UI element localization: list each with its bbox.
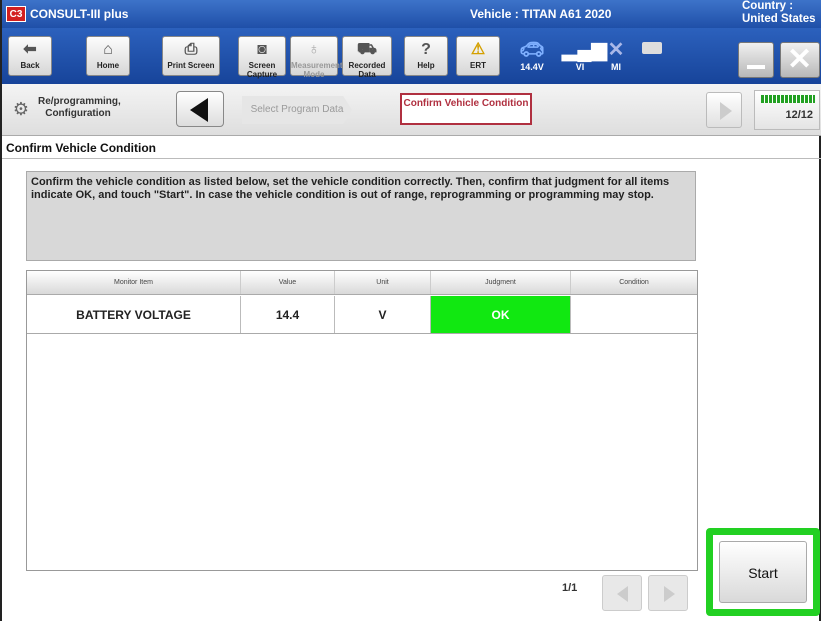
home-icon: ⌂: [103, 41, 113, 58]
toolbar: ⬅ Back ⌂ Home ⎙ Print Screen ◙ Screen Ca…: [2, 28, 821, 84]
page-prev-button[interactable]: [602, 575, 642, 611]
cell-monitor-item: BATTERY VOLTAGE: [27, 296, 241, 333]
battery-status: 🚗︎ 14.4V: [514, 38, 550, 72]
table-header: Monitor Item Value Unit Judgment Conditi…: [27, 271, 697, 295]
section-label: Re/programming, Configuration: [38, 96, 121, 119]
help-label: Help: [417, 61, 435, 70]
back-arrow-icon: ⬅: [23, 41, 37, 58]
start-button[interactable]: Start: [719, 541, 807, 603]
print-screen-label: Print Screen: [167, 61, 215, 70]
step-select-program-data: Select Program Data: [242, 96, 352, 124]
help-button[interactable]: ? Help: [404, 36, 448, 76]
header-unit: Unit: [335, 271, 431, 294]
minimize-button[interactable]: [738, 42, 774, 78]
cell-value: 14.4: [241, 296, 335, 333]
page-prev-icon: [617, 586, 628, 602]
progress-bar: [761, 95, 815, 103]
back-label: Back: [20, 61, 40, 70]
vehicle-info: Vehicle : TITAN A61 2020: [470, 7, 612, 21]
header-condition: Condition: [619, 279, 649, 286]
instructions-box: Confirm the vehicle condition as listed …: [26, 171, 696, 261]
screen-capture-label: Screen Capture: [246, 61, 278, 79]
progress-count: 12/12: [785, 109, 813, 121]
condition-table: Monitor Item Value Unit Judgment Conditi…: [26, 270, 698, 571]
divider: [2, 158, 821, 159]
mi-label: MI: [611, 62, 621, 72]
app-window: C3 CONSULT-III plus Vehicle : TITAN A61 …: [0, 0, 821, 621]
back-button[interactable]: ⬅ Back: [8, 36, 52, 76]
cell-condition: [571, 296, 697, 333]
measurement-mode-button[interactable]: ♁ Measurement Mode: [290, 36, 343, 79]
help-icon: ?: [421, 41, 431, 58]
print-screen-button[interactable]: ⎙ Print Screen: [162, 36, 220, 76]
cell-judgment: OK: [431, 296, 571, 333]
signal-icon: ▂▄▆: [562, 39, 607, 61]
page-next-icon: [664, 586, 675, 602]
country-info: Country : United States: [742, 0, 816, 25]
right-arrow-icon: [720, 102, 732, 120]
measurement-mode-label: Measurement Mode: [291, 61, 343, 79]
title-bar: C3 CONSULT-III plus Vehicle : TITAN A61 …: [2, 0, 821, 28]
disconnected-icon: ✕: [607, 39, 625, 61]
mi-status: ✕ MI: [598, 38, 634, 72]
step-confirm-vehicle-condition: Confirm Vehicle Condition: [400, 93, 532, 125]
reprogramming-icon: ⚙: [12, 99, 30, 119]
left-arrow-icon: [190, 98, 208, 122]
cell-unit: V: [335, 296, 431, 333]
next-step-button[interactable]: [706, 92, 742, 128]
screen-capture-button[interactable]: ◙ Screen Capture: [238, 36, 286, 79]
page-indicator: 1/1: [562, 582, 578, 594]
ert-button[interactable]: ⚠ ERT: [456, 36, 500, 76]
page-title: Confirm Vehicle Condition: [6, 141, 157, 155]
close-button[interactable]: ✕: [780, 42, 820, 78]
breadcrumb: ⚙ Re/programming, Configuration Select P…: [2, 84, 821, 136]
app-logo: C3: [6, 6, 26, 22]
table-row: BATTERY VOLTAGE 14.4 V OK: [27, 296, 697, 334]
app-title: CONSULT-III plus: [30, 7, 129, 21]
keyboard-icon[interactable]: [642, 42, 662, 54]
vi-label: VI: [575, 62, 585, 72]
recorded-data-icon: ⛟: [356, 41, 378, 58]
minimize-icon: [747, 65, 765, 69]
printer-icon: ⎙: [184, 41, 198, 58]
vi-status: ▂▄▆ VI: [562, 38, 607, 72]
close-icon: ✕: [787, 43, 813, 76]
home-label: Home: [96, 61, 120, 70]
page-next-button[interactable]: [648, 575, 688, 611]
measurement-icon: ♁: [308, 41, 320, 58]
ert-label: ERT: [470, 61, 486, 70]
recorded-data-button[interactable]: ⛟ Recorded Data: [342, 36, 392, 79]
header-value: Value: [241, 271, 335, 294]
car-icon: 🚗︎: [519, 39, 545, 61]
camera-icon: ◙: [257, 41, 267, 58]
previous-step-button[interactable]: [176, 91, 224, 127]
step-progress: 12/12: [754, 90, 820, 130]
voltage-label: 14.4V: [520, 62, 544, 72]
warning-icon: ⚠: [470, 41, 486, 58]
header-monitor-item: Monitor Item: [27, 271, 241, 294]
start-highlight: Start: [706, 528, 820, 616]
home-button[interactable]: ⌂ Home: [86, 36, 130, 76]
recorded-data-label: Recorded Data: [348, 61, 386, 79]
header-judgment: Judgment: [431, 271, 571, 294]
